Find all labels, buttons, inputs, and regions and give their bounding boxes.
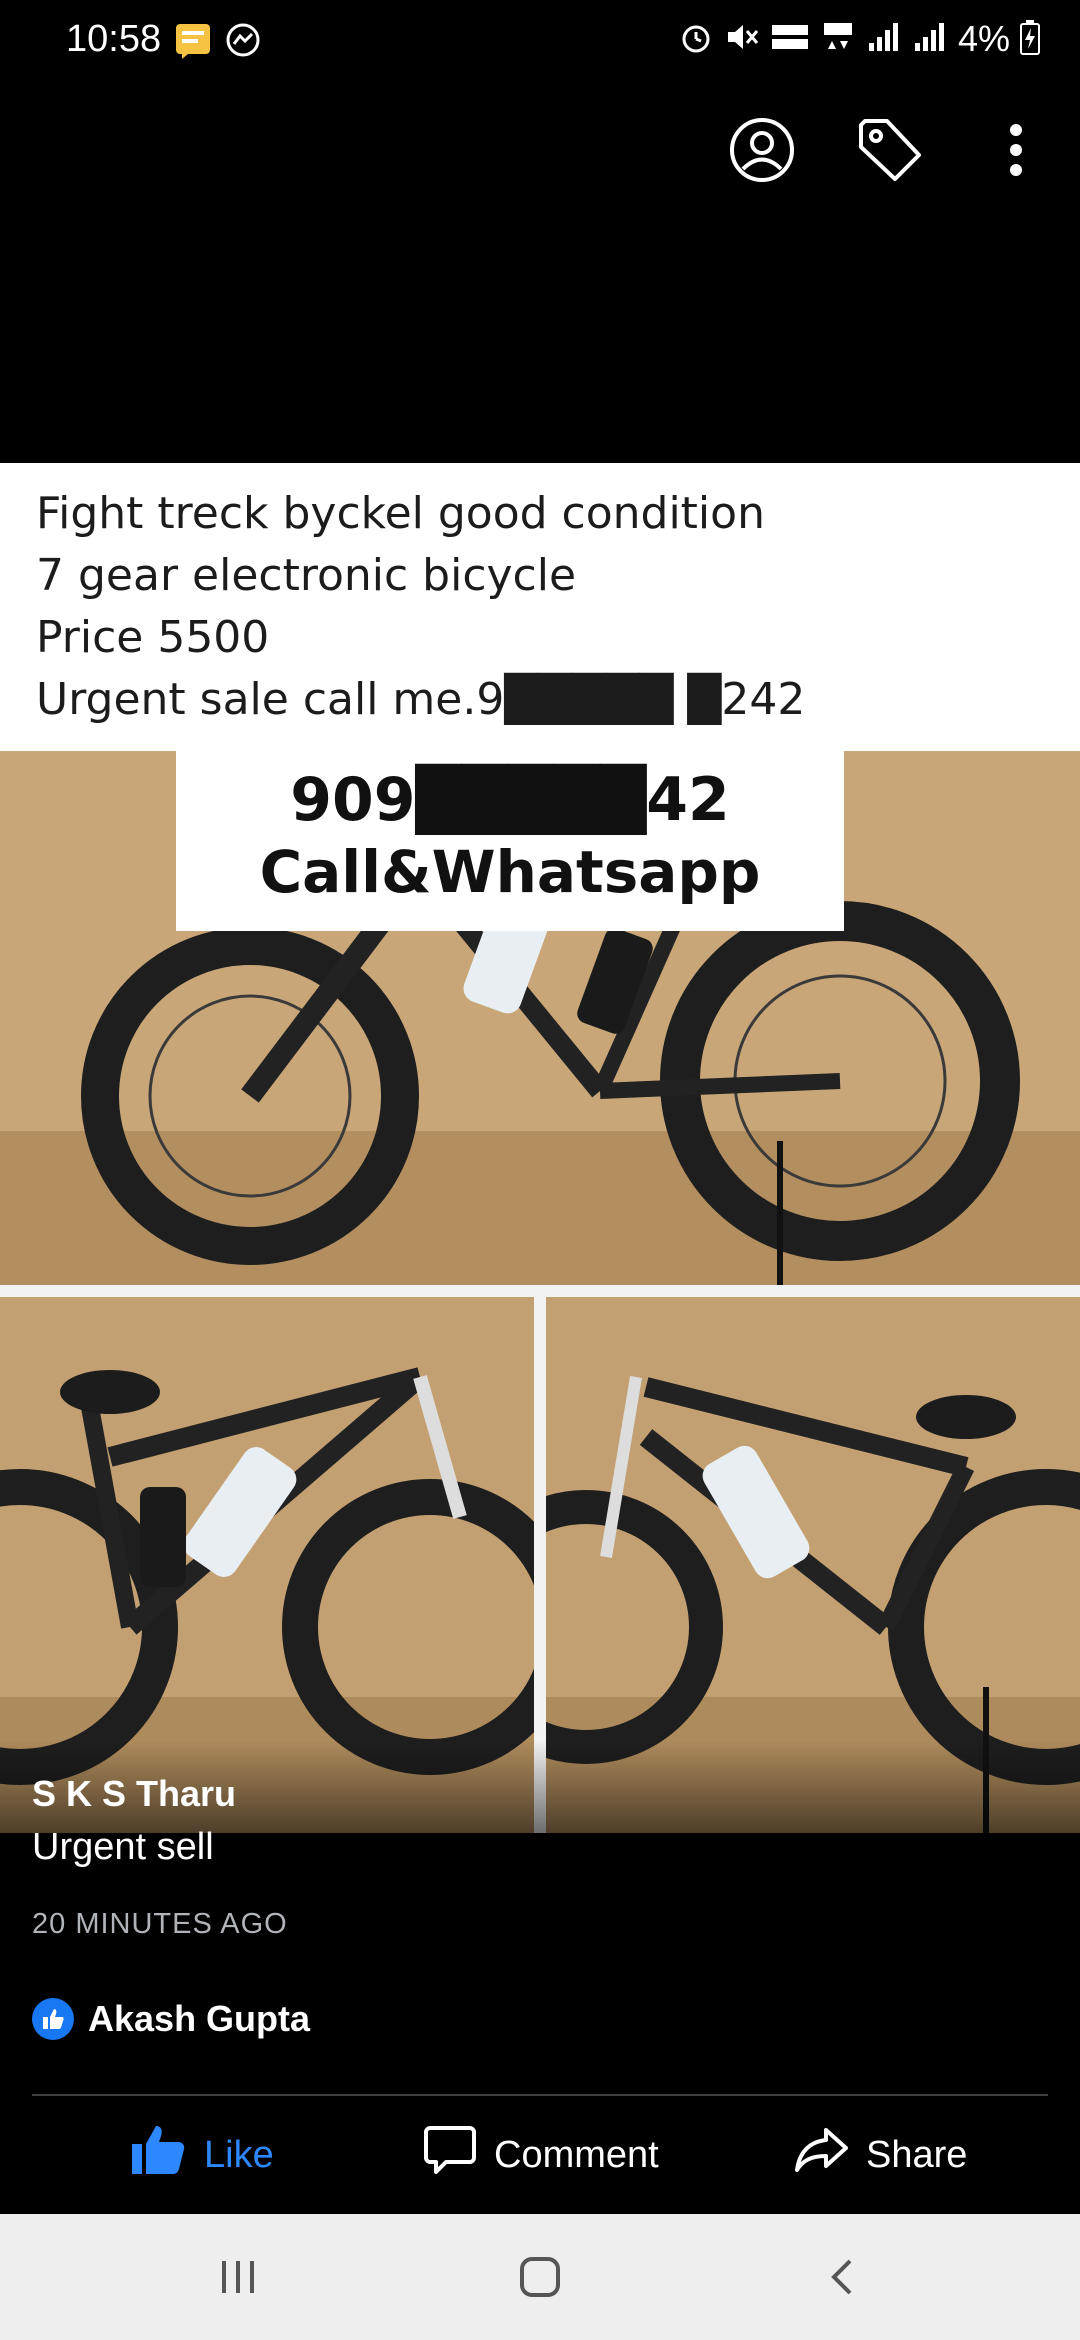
post-top-actions bbox=[0, 110, 1080, 190]
like-label: Like bbox=[204, 2133, 274, 2176]
4g-icon bbox=[820, 19, 856, 60]
alarm-icon bbox=[678, 19, 714, 60]
post-author[interactable]: S K S Tharu bbox=[32, 1773, 236, 1815]
message-notification-icon bbox=[174, 22, 212, 65]
signal-icon bbox=[866, 19, 902, 60]
post-text-image: Fight treck byckel good condition 7 gear… bbox=[0, 463, 1080, 751]
profile-icon[interactable] bbox=[722, 110, 802, 190]
like-button[interactable]: Like bbox=[130, 2110, 274, 2200]
tag-icon[interactable] bbox=[850, 110, 930, 190]
liked-by-row[interactable]: Akash Gupta bbox=[32, 1998, 310, 2040]
post-timestamp: 20 MINUTES AGO bbox=[32, 1908, 288, 1940]
status-notification-icons bbox=[174, 22, 262, 65]
recent-apps-icon[interactable] bbox=[178, 2214, 298, 2340]
liked-by-name: Akash Gupta bbox=[88, 1998, 311, 2039]
messenger-icon bbox=[224, 22, 262, 65]
share-icon bbox=[794, 2126, 848, 2184]
volte-icon bbox=[770, 19, 810, 60]
post-caption: Urgent sell bbox=[32, 1826, 214, 1868]
battery-charging-icon bbox=[1020, 19, 1040, 60]
overlay-phone-number: 909█████42 bbox=[290, 765, 730, 835]
post-action-bar: Like Comment Share bbox=[0, 2110, 1080, 2200]
like-reaction-icon bbox=[32, 1998, 74, 2040]
battery-percentage: 4% bbox=[957, 18, 1010, 59]
share-button[interactable]: Share bbox=[794, 2110, 967, 2200]
post-line-contact: Urgent sale call me.9█████ █242 bbox=[36, 674, 806, 725]
contact-overlay-banner: 909█████42 Call&Whatsapp bbox=[176, 751, 844, 931]
share-label: Share bbox=[866, 2133, 968, 2176]
home-icon[interactable] bbox=[480, 2214, 600, 2340]
mute-icon bbox=[724, 19, 760, 60]
more-options-icon[interactable] bbox=[976, 110, 1056, 190]
status-time: 10:58 bbox=[66, 18, 162, 60]
post-line-price: Price 5500 bbox=[36, 612, 270, 663]
status-bar: 10:58 4% bbox=[0, 0, 1080, 88]
status-system-icons: 4% bbox=[678, 18, 1040, 60]
system-nav-bar bbox=[0, 2214, 1080, 2340]
back-icon[interactable] bbox=[782, 2214, 902, 2340]
comment-icon bbox=[424, 2124, 476, 2186]
post-line-title: Fight treck byckel good condition bbox=[36, 488, 765, 539]
signal-roaming-icon bbox=[912, 19, 948, 60]
post-line-gear: 7 gear electronic bicycle bbox=[36, 550, 577, 601]
comment-label: Comment bbox=[494, 2133, 659, 2176]
comment-button[interactable]: Comment bbox=[424, 2110, 659, 2200]
overlay-call-whatsapp: Call&Whatsapp bbox=[259, 838, 761, 906]
photo-divider bbox=[0, 1285, 1080, 1297]
thumbs-up-icon bbox=[130, 2124, 186, 2186]
action-divider bbox=[32, 2094, 1048, 2096]
